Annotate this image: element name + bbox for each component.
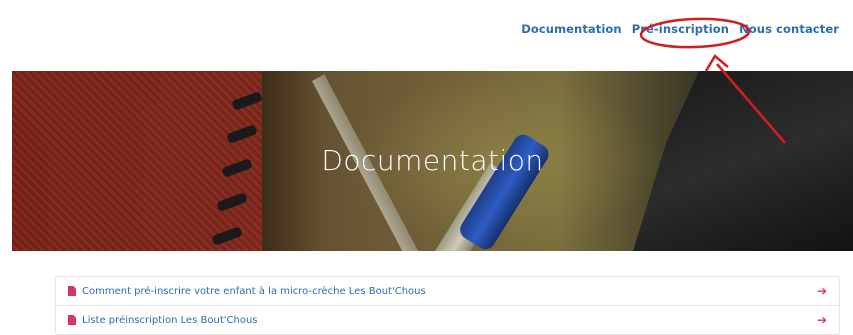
list-item-liste-preinscription[interactable]: Liste préinscription Les Bout'Chous ➔ <box>56 306 839 334</box>
documents-list: Comment pré-inscrire votre enfant à la m… <box>55 276 840 335</box>
arrow-right-icon: ➔ <box>816 313 827 327</box>
hero-title: Documentation <box>321 144 544 177</box>
nav-link-nous-contacter[interactable]: Nous contacter <box>739 22 839 36</box>
top-navigation: Documentation Pré-inscription Nous conta… <box>521 22 839 36</box>
list-item-label: Comment pré-inscrire votre enfant à la m… <box>82 285 426 297</box>
hero-banner: Documentation <box>12 71 853 251</box>
annotation-arrowhead <box>704 54 729 72</box>
arrow-right-icon: ➔ <box>816 284 827 298</box>
list-item-guide-pre-inscription[interactable]: Comment pré-inscrire votre enfant à la m… <box>56 277 839 306</box>
list-item-label: Liste préinscription Les Bout'Chous <box>82 314 258 326</box>
nav-link-pre-inscription[interactable]: Pré-inscription <box>632 22 729 36</box>
document-icon <box>68 315 76 325</box>
nav-link-documentation[interactable]: Documentation <box>521 22 622 36</box>
document-icon <box>68 286 76 296</box>
